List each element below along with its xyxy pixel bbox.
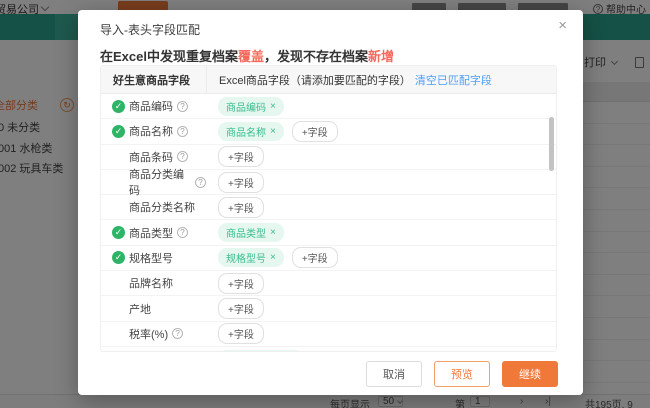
app-field-cell: 税率(%)? xyxy=(101,326,206,342)
column-excel-fields-label: Excel商品字段（请添加要匹配的字段） xyxy=(219,74,411,87)
clear-matched-fields-link[interactable]: 清空已匹配字段 xyxy=(415,72,492,88)
dialog-header: 导入-表头字段匹配 × xyxy=(78,10,583,42)
dialog-title: 导入-表头字段匹配 xyxy=(100,23,200,37)
app-field-label: 品牌名称 xyxy=(129,278,173,291)
match-row: 品牌名称 +字段 xyxy=(101,271,556,297)
app-field-label: 商品名称 xyxy=(129,126,173,139)
help-icon[interactable]: ? xyxy=(172,328,184,340)
app-field-cell: ✓ 规格型号 xyxy=(101,250,206,266)
check-circle-icon: ✓ xyxy=(112,99,125,113)
app-field-cell: 商品分类名称 xyxy=(101,199,206,215)
intro-part1: 在Excel中发现重复档案 xyxy=(100,49,238,64)
excel-field-cell: 商品名称 × +字段 xyxy=(206,119,556,143)
match-row: ✓ 商品编码? 商品编码 × xyxy=(101,94,556,120)
excel-field-cell: +字段 xyxy=(206,145,556,169)
app-field-label: 规格型号 xyxy=(129,252,173,265)
field-match-table: 好生意商品字段 Excel商品字段（请添加要匹配的字段） 清空已匹配字段 ✓ 商品… xyxy=(100,65,557,352)
import-field-match-dialog: 导入-表头字段匹配 × 在Excel中发现重复档案覆盖，发现不存在档案新增 好生… xyxy=(78,10,583,395)
match-row: ✓ 商品类型? 商品类型 × xyxy=(101,220,556,246)
column-excel-fields: Excel商品字段（请添加要匹配的字段） 清空已匹配字段 xyxy=(206,66,556,93)
help-icon[interactable]: ? xyxy=(177,125,188,137)
excel-field-cell: 商品类型 × xyxy=(206,220,556,244)
add-field-button[interactable]: +字段 xyxy=(291,120,338,142)
excel-field-cell: +字段 xyxy=(206,170,556,194)
matched-field-tag-label: 商品编码 xyxy=(226,102,266,114)
check-circle-icon: ✓ xyxy=(112,251,125,265)
intro-part2: ，发现不存在档案 xyxy=(264,49,369,64)
check-circle-icon: ✓ xyxy=(112,124,125,138)
add-field-button[interactable]: +字段 xyxy=(291,247,338,269)
help-icon[interactable]: ? xyxy=(195,176,206,188)
app-field-label: 税率(%) xyxy=(129,328,169,341)
close-icon[interactable]: × xyxy=(558,18,567,34)
add-field-button[interactable]: +字段 xyxy=(218,196,264,218)
add-field-button[interactable]: +字段 xyxy=(218,323,264,345)
match-table-body: ✓ 商品编码? 商品编码 × ✓ 商品名称? 商品名称 × +字段 商品条码? +字段 商品分类编码?… xyxy=(101,94,556,351)
app-field-cell: 产地 xyxy=(101,301,206,317)
excel-field-cell: +字段 xyxy=(206,296,556,320)
add-field-button[interactable]: +字段 xyxy=(218,146,264,168)
app-field-cell: ✓ 商品编码? xyxy=(101,98,206,114)
screen: 贸易公司 ? 帮助中心 商品 × 全部分类 ↻ 0 未分类001 水枪类002 … xyxy=(0,0,650,408)
matched-field-tag[interactable]: 商品类型 × xyxy=(218,223,284,243)
cancel-button[interactable]: 取消 xyxy=(366,360,422,387)
column-app-fields: 好生意商品字段 xyxy=(113,74,190,87)
matched-field-tag-label: 商品名称 xyxy=(226,127,266,139)
excel-field-cell: +字段 xyxy=(206,195,556,219)
help-icon[interactable]: ? xyxy=(177,100,188,112)
app-field-label: 商品类型 xyxy=(129,227,173,240)
add-field-button[interactable]: +字段 xyxy=(218,171,264,193)
app-field-cell: ✓ 商品名称? xyxy=(101,123,206,139)
check-circle-icon: ✓ xyxy=(112,226,125,240)
app-field-label: 商品编码 xyxy=(129,101,173,114)
matched-field-tag[interactable]: 商品名称 × xyxy=(218,121,284,141)
match-row: ✓ 规格型号 规格型号 × +字段 xyxy=(101,246,556,272)
intro-add-new: 新增 xyxy=(368,49,395,64)
matched-field-tag-label: 商品类型 xyxy=(226,229,266,241)
match-row: ✓ 商品名称? 商品名称 × +字段 xyxy=(101,119,556,145)
app-field-label: 商品条码 xyxy=(129,151,173,164)
dialog-footer: 取消 预览 继续 xyxy=(78,352,583,395)
match-row: 商品分类名称 +字段 xyxy=(101,195,556,221)
app-field-label: 商品分类编码 xyxy=(129,169,184,198)
excel-field-cell: +字段 xyxy=(206,322,556,346)
intro-overwrite: 覆盖 xyxy=(237,49,264,64)
tag-remove-icon[interactable]: × xyxy=(270,126,276,137)
app-field-cell: 商品分类编码? xyxy=(101,166,206,198)
help-icon[interactable]: ? xyxy=(177,227,188,239)
tag-remove-icon[interactable]: × xyxy=(270,101,276,112)
app-field-label: 产地 xyxy=(129,303,151,316)
matched-field-tag-label: 规格型号 xyxy=(226,254,266,266)
help-icon[interactable]: ? xyxy=(177,151,188,163)
match-row: 商品分类编码? +字段 xyxy=(101,169,556,197)
excel-field-cell: 规格型号 × +字段 xyxy=(206,246,556,270)
match-table-header: 好生意商品字段 Excel商品字段（请添加要匹配的字段） 清空已匹配字段 xyxy=(101,66,556,94)
app-field-cell: ✓ 商品类型? xyxy=(101,225,206,241)
app-field-cell: 商品条码? xyxy=(101,149,206,165)
tag-remove-icon[interactable]: × xyxy=(270,227,276,238)
matched-field-tag[interactable]: 商品编码 × xyxy=(218,96,284,116)
app-field-cell: 品牌名称 xyxy=(101,275,206,291)
tag-remove-icon[interactable]: × xyxy=(270,252,276,263)
add-field-button[interactable]: +字段 xyxy=(218,272,264,294)
match-row: 税率(%)? +字段 xyxy=(101,322,556,347)
dialog-intro-text: 在Excel中发现重复档案覆盖，发现不存在档案新增 xyxy=(100,46,394,65)
preview-button[interactable]: 预览 xyxy=(434,360,490,387)
scrollbar-thumb[interactable] xyxy=(549,117,554,171)
match-row: 产地 +字段 xyxy=(101,296,556,322)
continue-button[interactable]: 继续 xyxy=(502,360,558,387)
matched-field-tag[interactable]: 规格型号 × xyxy=(218,248,284,268)
app-field-label: 商品分类名称 xyxy=(129,202,195,215)
excel-field-cell: 商品编码 × xyxy=(206,94,556,118)
add-field-button[interactable]: +字段 xyxy=(218,298,264,320)
excel-field-cell: +字段 xyxy=(206,271,556,295)
